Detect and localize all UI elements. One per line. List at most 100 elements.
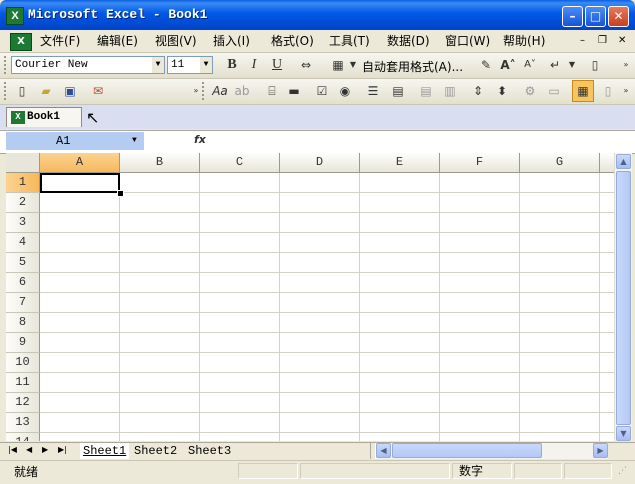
chevron-down-icon[interactable]: ▼: [562, 55, 582, 75]
scroll-thumb[interactable]: [616, 171, 631, 425]
column-header-c[interactable]: C: [200, 153, 280, 173]
row-header-9[interactable]: 9: [6, 333, 40, 353]
row-header-10[interactable]: 10: [6, 353, 40, 373]
scroll-up-button[interactable]: ▲: [616, 154, 631, 169]
chevron-down-icon[interactable]: ▼: [343, 55, 363, 75]
chevron-down-icon[interactable]: ▼: [132, 132, 137, 150]
resize-grip-icon[interactable]: ⋰: [618, 466, 627, 476]
row-header-14[interactable]: 14: [6, 433, 40, 441]
document-icon[interactable]: X: [10, 33, 32, 51]
underline-button[interactable]: U: [267, 55, 287, 75]
toolbar-options-icon[interactable]: »: [616, 81, 635, 101]
vertical-scrollbar[interactable]: ▲ ▼: [614, 153, 632, 441]
doc-close-button[interactable]: ✕: [618, 33, 626, 49]
option-button-icon[interactable]: ◉: [335, 81, 355, 101]
column-header-e[interactable]: E: [360, 153, 440, 173]
menu-edit[interactable]: 编辑(E): [97, 33, 138, 49]
select-all-corner[interactable]: [6, 153, 40, 173]
name-box[interactable]: A1 ▼: [6, 132, 144, 150]
new-file-icon[interactable]: ▯: [12, 81, 32, 101]
checkbox-icon[interactable]: ☑: [312, 81, 332, 101]
textbox-icon[interactable]: ab: [232, 81, 252, 101]
maximize-button[interactable]: □: [585, 6, 606, 27]
column-header-g[interactable]: G: [520, 153, 600, 173]
permission-icon[interactable]: ✉: [88, 81, 108, 101]
label-icon[interactable]: Aa: [210, 81, 230, 101]
horizontal-scrollbar[interactable]: ◀ ▶: [376, 443, 608, 459]
column-header-a[interactable]: A: [40, 153, 120, 173]
insert-function-button[interactable]: fx: [194, 133, 206, 146]
doc-minimize-button[interactable]: –: [580, 33, 585, 49]
toolbar-options-icon[interactable]: »: [616, 55, 635, 75]
spinner-icon[interactable]: ⬍: [492, 81, 512, 101]
shrink-font-icon[interactable]: A˅: [520, 55, 540, 75]
menu-data[interactable]: 数据(D): [387, 33, 430, 49]
toolbar-grip[interactable]: [4, 82, 9, 100]
row-header-3[interactable]: 3: [6, 213, 40, 233]
run-dialog-icon[interactable]: ▯: [598, 81, 618, 101]
row-header-7[interactable]: 7: [6, 293, 40, 313]
sheet-tab-sheet2[interactable]: Sheet2: [134, 443, 177, 459]
prev-sheet-button[interactable]: ◀: [26, 445, 32, 454]
sheet-tab-sheet3[interactable]: Sheet3: [188, 443, 231, 459]
menu-help[interactable]: 帮助(H): [503, 33, 545, 49]
first-sheet-button[interactable]: |◀: [8, 445, 17, 454]
edit-code-icon[interactable]: ▭: [544, 81, 564, 101]
excel-app-icon[interactable]: X: [6, 7, 24, 25]
toolbar-grip[interactable]: [202, 82, 207, 100]
row-header-6[interactable]: 6: [6, 273, 40, 293]
row-header-12[interactable]: 12: [6, 393, 40, 413]
row-header-4[interactable]: 4: [6, 233, 40, 253]
menu-view[interactable]: 视图(V): [155, 33, 197, 49]
font-name-select[interactable]: Courier New ▼: [11, 56, 165, 74]
bold-button[interactable]: B: [222, 55, 242, 75]
control-properties-icon[interactable]: ⚙: [520, 81, 540, 101]
row-header-2[interactable]: 2: [6, 193, 40, 213]
toolbar-grip[interactable]: [4, 56, 9, 74]
scroll-left-button[interactable]: ◀: [376, 443, 391, 458]
font-size-select[interactable]: 11 ▼: [167, 56, 213, 74]
grow-font-icon[interactable]: A˄: [498, 55, 518, 75]
active-cell-a1[interactable]: [40, 173, 120, 193]
column-header-f[interactable]: F: [440, 153, 520, 173]
combo-dropdown-icon[interactable]: ▥: [440, 81, 460, 101]
open-folder-icon[interactable]: ▰: [36, 81, 56, 101]
save-icon[interactable]: ▣: [60, 81, 80, 101]
fill-handle[interactable]: [117, 190, 124, 197]
scroll-right-button[interactable]: ▶: [593, 443, 608, 458]
menu-file[interactable]: 文件(F): [40, 33, 80, 49]
combo-list-icon[interactable]: ▤: [416, 81, 436, 101]
scrollbar-control-icon[interactable]: ⇕: [468, 81, 488, 101]
worksheet-grid[interactable]: A B C D E F G 1 2 3 4 5 6 7 8 9 10 11 12…: [6, 153, 614, 441]
page-icon[interactable]: ▯: [585, 55, 605, 75]
column-header-d[interactable]: D: [280, 153, 360, 173]
toggle-grid-icon[interactable]: ▦: [572, 80, 594, 102]
menu-insert[interactable]: 插入(I): [213, 33, 250, 49]
column-header-b[interactable]: B: [120, 153, 200, 173]
autoformat-button[interactable]: 自动套用格式(A)...: [362, 58, 463, 75]
button-control-icon[interactable]: ▬: [284, 81, 304, 101]
close-button[interactable]: ✕: [608, 6, 629, 27]
sheet-tab-sheet1[interactable]: Sheet1: [80, 443, 130, 459]
menu-tools[interactable]: 工具(T): [329, 33, 370, 49]
menu-format[interactable]: 格式(O): [271, 33, 314, 49]
workbook-tab-book1[interactable]: X Book1: [6, 107, 82, 127]
combobox-icon[interactable]: ▤: [388, 81, 408, 101]
format-painter-icon[interactable]: ✎: [476, 55, 496, 75]
scroll-down-button[interactable]: ▼: [616, 426, 631, 441]
minimize-button[interactable]: –: [562, 6, 583, 27]
next-sheet-button[interactable]: ▶: [42, 445, 48, 454]
column-header-h[interactable]: [600, 153, 614, 173]
chevron-down-icon[interactable]: ▼: [152, 57, 164, 73]
row-header-5[interactable]: 5: [6, 253, 40, 273]
row-header-13[interactable]: 13: [6, 413, 40, 433]
horizontal-scroll-thumb[interactable]: [392, 443, 542, 458]
merge-center-icon[interactable]: ⇔: [296, 55, 316, 75]
last-sheet-button[interactable]: ▶|: [58, 445, 67, 454]
italic-button[interactable]: I: [244, 55, 264, 75]
row-header-1[interactable]: 1: [6, 173, 40, 193]
chevron-down-icon[interactable]: ▼: [200, 57, 212, 73]
groupbox-icon[interactable]: ⌸: [262, 81, 282, 101]
listbox-icon[interactable]: ☰: [363, 81, 383, 101]
formula-input[interactable]: [214, 133, 628, 149]
